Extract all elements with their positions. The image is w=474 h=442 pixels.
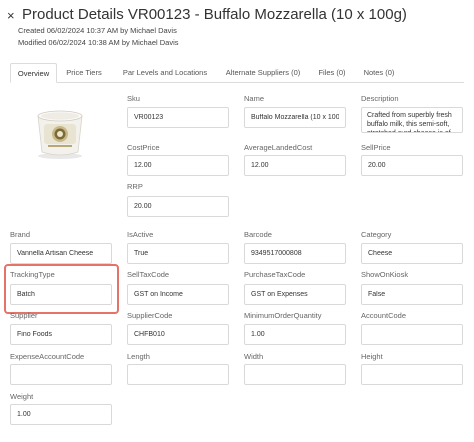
tab-overview[interactable]: Overview — [10, 63, 57, 83]
tab-par-levels[interactable]: Par Levels and Locations — [114, 63, 216, 83]
rrp-label: RRP — [127, 182, 143, 191]
cost-price-label: CostPrice — [127, 143, 160, 152]
supplier-field[interactable] — [10, 324, 112, 345]
description-field[interactable]: Crafted from superbly fresh buffalo milk… — [361, 107, 463, 133]
sell-tax-code-label: SellTaxCode — [127, 270, 170, 279]
purchase-tax-code-field[interactable] — [244, 284, 346, 305]
supplier-code-field[interactable] — [127, 324, 229, 345]
average-landed-cost-field[interactable] — [244, 155, 346, 176]
rrp-field[interactable] — [127, 196, 229, 217]
barcode-label: Barcode — [244, 230, 272, 239]
sell-price-label: SellPrice — [361, 143, 391, 152]
height-label: Height — [361, 352, 383, 361]
cost-price-field[interactable] — [127, 155, 229, 176]
tab-alternate-suppliers[interactable]: Alternate Suppliers (0) — [220, 63, 306, 83]
brand-label: Brand — [10, 230, 31, 239]
is-active-field[interactable] — [127, 243, 229, 264]
close-icon[interactable]: × — [7, 8, 15, 24]
is-active-label: IsActive — [127, 230, 154, 239]
tab-files[interactable]: Files (0) — [312, 63, 352, 83]
purchase-tax-code-label: PurchaseTaxCode — [244, 270, 306, 279]
weight-label: Weight — [10, 392, 34, 401]
show-on-kiosk-label: ShowOnKiosk — [361, 270, 409, 279]
modified-info: Modified 06/02/2024 10:38 AM by Michael … — [18, 38, 179, 47]
expense-account-code-label: ExpenseAccountCode — [10, 352, 85, 361]
name-label: Name — [244, 94, 265, 103]
sell-price-field[interactable] — [361, 155, 463, 176]
tracking-type-label: TrackingType — [10, 270, 55, 279]
category-label: Category — [361, 230, 392, 239]
average-landed-cost-label: AverageLandedCost — [244, 143, 313, 152]
supplier-code-label: SupplierCode — [127, 311, 173, 320]
show-on-kiosk-field[interactable] — [361, 284, 463, 305]
description-label: Description — [361, 94, 399, 103]
brand-field[interactable] — [10, 243, 112, 264]
page-title: Product Details VR00123 - Buffalo Mozzar… — [22, 6, 407, 23]
sell-tax-code-field[interactable] — [127, 284, 229, 305]
barcode-field[interactable] — [244, 243, 346, 264]
height-field[interactable] — [361, 364, 463, 385]
tab-notes[interactable]: Notes (0) — [357, 63, 401, 83]
created-info: Created 06/02/2024 10:37 AM by Michael D… — [18, 26, 177, 35]
category-field[interactable] — [361, 243, 463, 264]
tracking-type-field[interactable] — [10, 284, 112, 305]
supplier-label: Supplier — [10, 311, 38, 320]
sku-label: Sku — [127, 94, 140, 103]
account-code-label: AccountCode — [361, 311, 407, 320]
product-image — [37, 110, 83, 159]
width-field[interactable] — [244, 364, 346, 385]
weight-field[interactable] — [10, 404, 112, 425]
tab-bar: Overview Price Tiers Par Levels and Loca… — [10, 63, 464, 83]
minimum-order-quantity-label: MinimumOrderQuantity — [244, 311, 322, 320]
length-field[interactable] — [127, 364, 229, 385]
name-field[interactable] — [244, 107, 346, 128]
tab-price-tiers[interactable]: Price Tiers — [60, 63, 108, 83]
minimum-order-quantity-field[interactable] — [244, 324, 346, 345]
expense-account-code-field[interactable] — [10, 364, 112, 385]
width-label: Width — [244, 352, 264, 361]
sku-field[interactable] — [127, 107, 229, 128]
account-code-field[interactable] — [361, 324, 463, 345]
length-label: Length — [127, 352, 150, 361]
